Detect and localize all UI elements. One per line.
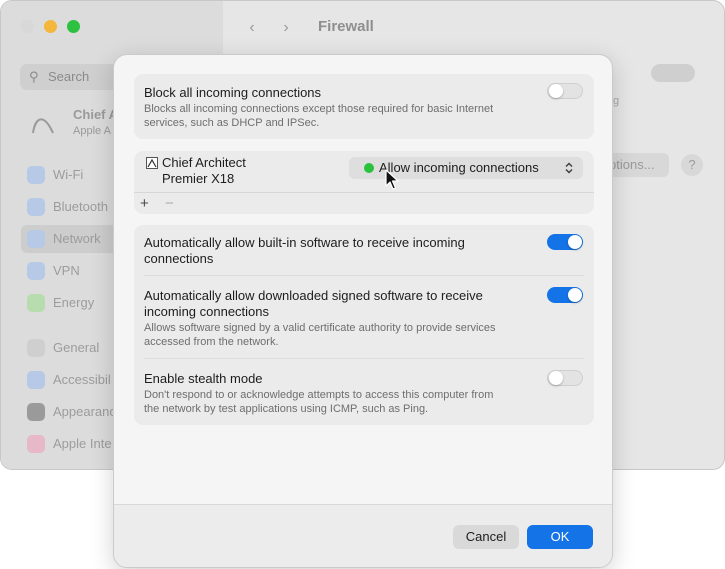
accessibility-icon: [27, 371, 45, 389]
forward-button[interactable]: ›: [271, 16, 301, 40]
close-window-button[interactable]: [21, 20, 34, 33]
connection-setting-value: Allow incoming connections: [379, 160, 539, 175]
block-all-description-line1: Blocks all incoming connections except t…: [144, 103, 494, 115]
stealth-mode-toggle[interactable]: [547, 370, 583, 386]
account-subtitle: Apple A: [73, 125, 111, 137]
row-divider: [144, 358, 584, 359]
block-all-title: Block all incoming connections: [144, 85, 322, 100]
search-icon: ⚲: [29, 69, 39, 84]
sidebar-item-label: General: [53, 340, 100, 355]
globe-icon: [27, 230, 45, 248]
sidebar-item-label: Bluetooth: [53, 199, 108, 214]
chief-architect-app-icon: [146, 157, 158, 169]
firewall-options-sheet: Block all incoming connections Blocks al…: [113, 54, 613, 568]
zoom-window-button[interactable]: [67, 20, 80, 33]
search-placeholder: Search: [48, 69, 90, 84]
block-all-group: Block all incoming connections Blocks al…: [134, 74, 594, 139]
builtin-software-toggle[interactable]: [547, 234, 583, 250]
row-divider: [144, 275, 584, 276]
remove-app-button[interactable]: −: [165, 195, 174, 212]
auto-allow-group: Automatically allow built-in software to…: [134, 225, 594, 425]
vpn-icon: [27, 262, 45, 280]
avatar-icon: [32, 118, 54, 134]
block-all-toggle[interactable]: [547, 83, 583, 99]
signed-description-line2: accessed from the network.: [144, 336, 279, 348]
add-app-button[interactable]: +: [140, 195, 149, 212]
stealth-description-line1: Don't respond to or acknowledge attempts…: [144, 389, 494, 401]
chevron-updown-icon: [565, 157, 573, 183]
sheet-footer: Cancel OK: [114, 504, 612, 567]
signed-title-line2: incoming connections: [144, 304, 270, 319]
wifi-icon: [27, 166, 45, 184]
back-button[interactable]: ‹: [237, 16, 267, 40]
sidebar-item-label: Network: [53, 231, 101, 246]
mouse-cursor-icon: [385, 169, 399, 190]
bg-right-text: g: [613, 95, 620, 107]
account-name: Chief A: [73, 107, 119, 122]
signed-description-line1: Allows software signed by a valid certif…: [144, 322, 496, 334]
allow-status-dot-icon: [364, 163, 374, 173]
apple-intelligence-icon: [27, 435, 45, 453]
sidebar-item-label: VPN: [53, 263, 80, 278]
app-name-line2: Premier X18: [162, 171, 235, 186]
sidebar-item-label: Energy: [53, 295, 95, 310]
signed-title-line1: Automatically allow downloaded signed so…: [144, 288, 483, 303]
sidebar-item-label: Wi-Fi: [53, 167, 84, 182]
app-list-group: Chief Architect Premier X18 Allow incomi…: [134, 151, 594, 214]
sidebar-item-label: Accessibil: [53, 372, 111, 387]
bg-firewall-toggle[interactable]: [651, 64, 695, 82]
signed-software-toggle[interactable]: [547, 287, 583, 303]
builtin-title-line2: connections: [144, 251, 214, 266]
stealth-title: Enable stealth mode: [144, 371, 263, 386]
ok-button[interactable]: OK: [527, 525, 593, 549]
bluetooth-icon: [27, 198, 45, 216]
stealth-description-line2: the network by test applications using I…: [144, 403, 429, 415]
window-title: Firewall: [318, 18, 374, 35]
gear-icon: [27, 339, 45, 357]
builtin-title-line1: Automatically allow built-in software to…: [144, 235, 465, 250]
chevron-right-icon: ›: [283, 19, 289, 36]
app-name-line1: Chief Architect: [162, 155, 246, 170]
list-controls: + −: [134, 192, 594, 214]
minimize-window-button[interactable]: [44, 20, 57, 33]
cancel-button[interactable]: Cancel: [453, 525, 519, 549]
chevron-left-icon: ‹: [249, 19, 255, 36]
sidebar-item-label: Appearanc: [53, 404, 116, 419]
appearance-icon: [27, 403, 45, 421]
bolt-icon: [27, 294, 45, 312]
help-button[interactable]: ?: [681, 154, 703, 176]
block-all-description-line2: services, such as DHCP and IPSec.: [144, 117, 320, 129]
sidebar-item-label: Apple Inte: [53, 436, 112, 451]
